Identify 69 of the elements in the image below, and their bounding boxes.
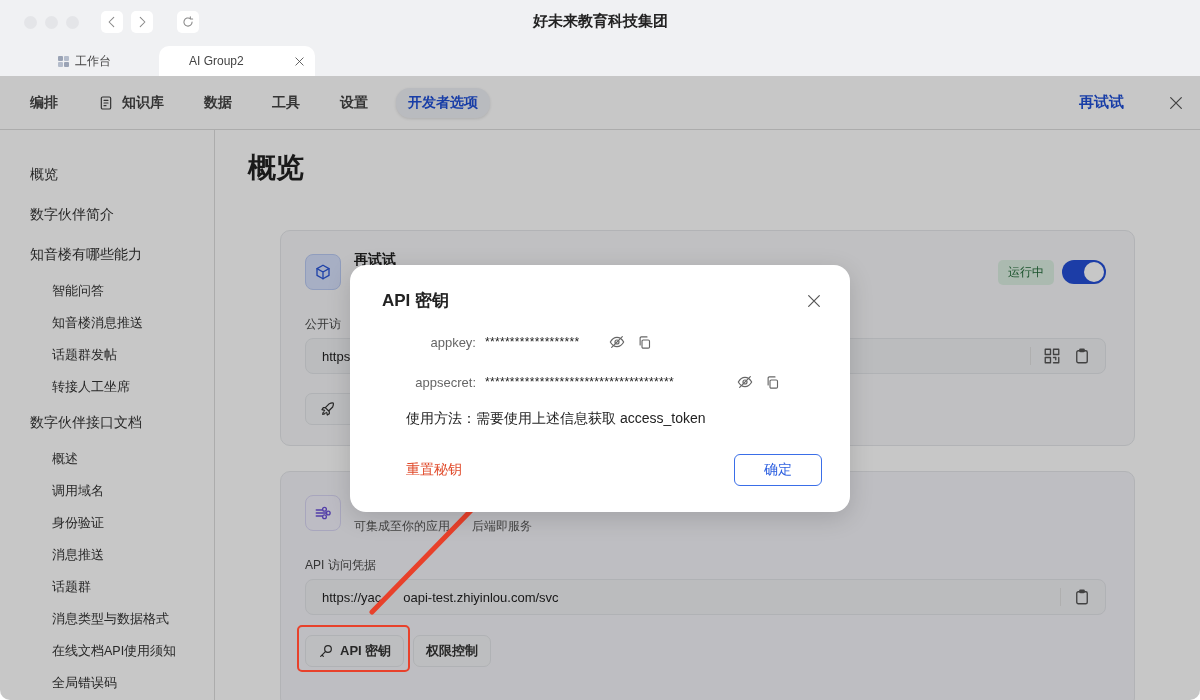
sidebar-subitem[interactable]: 智能问答 (52, 282, 104, 300)
credential-label: appsecret: (414, 374, 477, 390)
toggle-switch[interactable] (1062, 260, 1106, 284)
sidebar-subitem[interactable]: 调用域名 (52, 482, 104, 500)
close-icon (1168, 94, 1184, 111)
masked-value: ******************* (485, 335, 580, 349)
hide-toggle[interactable] (609, 334, 626, 350)
sidebar-subitem[interactable]: 知音楼消息推送 (52, 314, 143, 332)
copy-icon (637, 334, 653, 350)
sidebar-subitem[interactable]: 全局错误码 (52, 674, 117, 692)
sidebar-item[interactable]: 知音楼有哪些能力 (30, 246, 142, 264)
card-description: 后端即服务 (472, 518, 532, 535)
clipboard-icon (1073, 588, 1091, 606)
sidebar-item[interactable]: 数字伙伴简介 (30, 206, 114, 224)
rocket-icon (320, 401, 336, 417)
eye-off-icon (737, 374, 753, 390)
nav-tab[interactable]: 知识库 (86, 87, 176, 118)
nav-tab[interactable]: 工具 (260, 87, 312, 118)
page-title: 概览 (248, 151, 305, 185)
cube-glyph-icon (314, 263, 332, 281)
sidebar-subitem[interactable]: 话题群 (52, 578, 91, 596)
card-button[interactable]: 权限控制 (413, 635, 492, 667)
connector-glyph-icon (314, 504, 332, 522)
sidebar-item[interactable]: 概览 (30, 166, 58, 184)
card-button[interactable]: API 密钥 (305, 635, 405, 667)
browser-tab[interactable]: AI Group2 (159, 46, 315, 76)
masked-value: ************************************** (485, 375, 674, 389)
retry-link[interactable]: 再试试 (1079, 93, 1124, 112)
reload-icon (181, 15, 195, 29)
hide-toggle[interactable] (737, 374, 753, 390)
copy-icon (765, 374, 780, 390)
reload-button[interactable] (177, 11, 199, 33)
window-title: 好未来教育科技集团 (532, 12, 668, 31)
sidebar-subitem[interactable]: 在线文档API使用须知 (52, 642, 177, 660)
usage-note: 使用方法：需要使用上述信息获取 access_token (406, 410, 707, 428)
qr-code-icon (1043, 347, 1061, 365)
confirm-button[interactable]: 确定 (734, 454, 822, 486)
dialog-title: API 密钥 (382, 290, 450, 312)
nav-tab[interactable]: 数据 (192, 87, 244, 118)
close-icon (293, 55, 305, 67)
copy-button[interactable] (637, 334, 653, 350)
close-icon (806, 292, 822, 309)
sidebar-subitem[interactable]: 消息类型与数据格式 (52, 610, 169, 628)
eye-off-icon (609, 334, 626, 350)
sidebar-subitem[interactable]: 转接人工坐席 (52, 378, 130, 396)
nav-tab[interactable]: 设置 (328, 87, 380, 118)
close-button[interactable] (806, 292, 822, 309)
reset-secret-link[interactable]: 重置秘钥 (406, 461, 462, 479)
book-icon (98, 94, 114, 111)
clipboard-icon (1073, 347, 1091, 365)
status-badge: 运行中 (998, 259, 1054, 285)
card-title: 再试试 (354, 251, 396, 269)
sidebar-subitem[interactable]: 话题群发帖 (52, 346, 117, 364)
sidebar-subitem[interactable]: 消息推送 (52, 546, 104, 564)
nav-tab[interactable]: 编排 (18, 87, 70, 118)
url-field[interactable]: https://yac oapi-test.zhiyinlou.com/svc (305, 579, 1106, 615)
sidebar-subitem[interactable]: 身份验证 (52, 514, 104, 532)
card-description: 可集成至你的应用 (354, 518, 450, 535)
sidebar-subitem[interactable]: 概述 (52, 450, 78, 468)
credential-label: appkey: (429, 334, 477, 350)
close-button[interactable] (1168, 94, 1184, 111)
browser-tab[interactable]: 工作台 (50, 46, 119, 76)
key-icon (318, 643, 334, 659)
field-label: API 访问凭据 (305, 557, 377, 573)
nav-tab[interactable]: 开发者选项 (396, 87, 490, 118)
field-label: 公开访 (305, 316, 342, 332)
grid-icon (58, 55, 69, 67)
copy-button[interactable] (765, 374, 780, 390)
sidebar-item[interactable]: 数字伙伴接口文档 (30, 414, 142, 432)
